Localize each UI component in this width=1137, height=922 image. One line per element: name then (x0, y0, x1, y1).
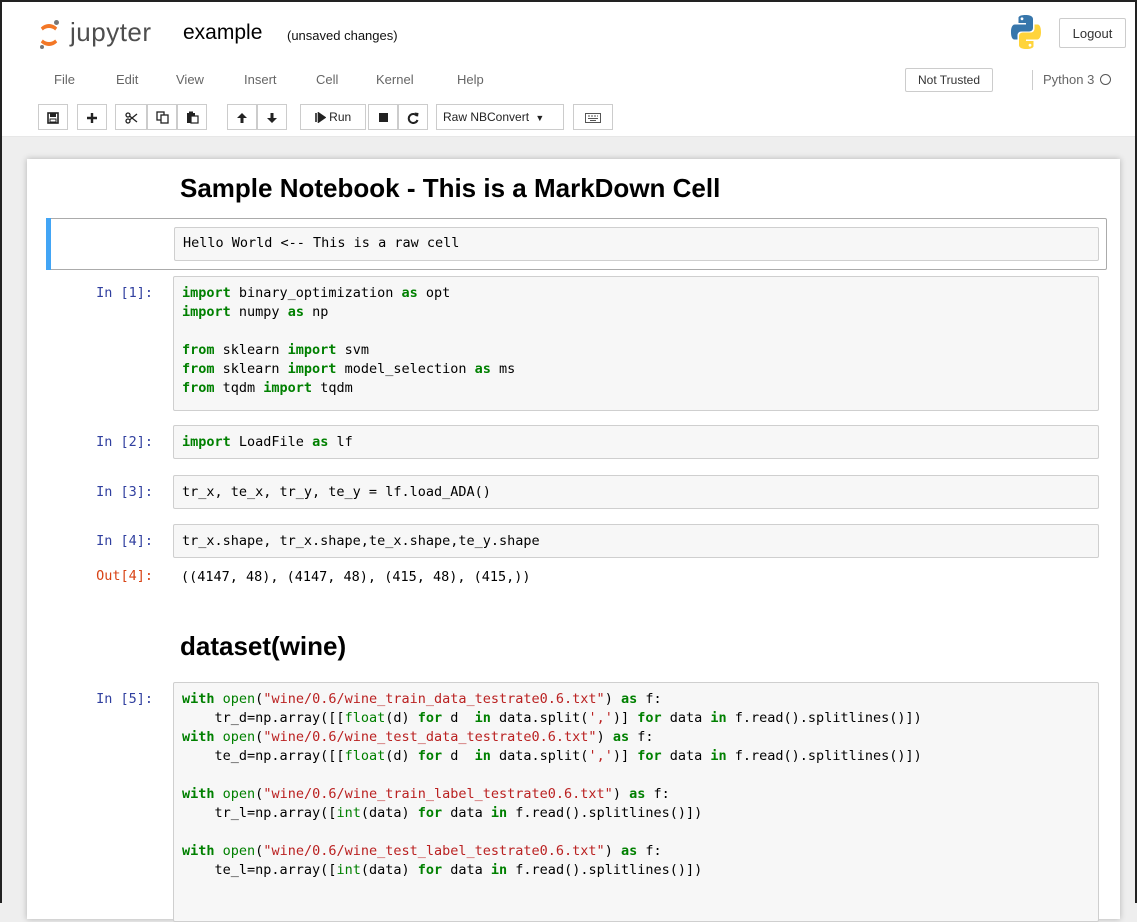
menu-help[interactable]: Help (457, 72, 484, 87)
keyboard-icon (585, 112, 601, 123)
code-cell-1[interactable]: import binary_optimization as opt import… (173, 276, 1099, 411)
cell-4-output: ((4147, 48), (4147, 48), (415, 48), (415… (181, 569, 531, 585)
markdown-heading-2: dataset(wine) (180, 631, 347, 661)
cell-prompt: In [3]: (96, 484, 153, 500)
not-trusted-button[interactable]: Not Trusted (905, 68, 993, 92)
code-cell-2-source: import LoadFile as lf (182, 434, 353, 450)
markdown-heading: Sample Notebook - This is a MarkDown Cel… (180, 173, 721, 203)
toolbar: Run (2, 98, 1135, 137)
jupyter-ring-icon (38, 24, 60, 46)
run-button[interactable]: Run (300, 104, 366, 130)
paste-icon (186, 111, 199, 124)
cell-prompt: In [1]: (96, 285, 153, 301)
menu-cell[interactable]: Cell (316, 72, 338, 87)
move-down-button[interactable] (257, 104, 287, 130)
run-label: Run (329, 110, 352, 124)
raw-cell-text: Hello World <-- This is a raw cell (183, 235, 460, 251)
raw-cell-selected[interactable]: Hello World <-- This is a raw cell (46, 218, 1107, 270)
header: jupyter example (unsaved changes) Logout (2, 2, 1135, 64)
plus-icon (87, 112, 97, 123)
jupyter-logo[interactable]: jupyter (38, 17, 188, 50)
code-cell-3[interactable]: tr_x, te_x, tr_y, te_y = lf.load_ADA() (173, 475, 1099, 509)
stop-icon (378, 113, 388, 123)
save-status: (unsaved changes) (287, 28, 398, 43)
kernel-idle-icon (1100, 74, 1112, 85)
arrow-down-icon (267, 112, 277, 123)
copy-button[interactable] (147, 104, 177, 130)
logout-button[interactable]: Logout (1059, 18, 1126, 48)
restart-button[interactable] (398, 104, 428, 130)
kernel-indicator[interactable]: Python 3 (1032, 70, 1112, 90)
menu-file[interactable]: File (54, 72, 75, 87)
code-cell-4-source: tr_x.shape, tr_x.shape,te_x.shape,te_y.s… (182, 533, 540, 549)
cell-prompt: In [4]: (96, 533, 153, 549)
run-icon (315, 111, 327, 124)
kernel-name: Python 3 (1043, 72, 1095, 87)
code-cell-2[interactable]: import LoadFile as lf (173, 425, 1099, 459)
jupyter-dot-icon (40, 45, 44, 49)
raw-cell-input[interactable]: Hello World <-- This is a raw cell (174, 227, 1099, 261)
interrupt-button[interactable] (368, 104, 398, 130)
python-logo-icon (1011, 15, 1041, 49)
paste-button[interactable] (177, 104, 207, 130)
cell-type-select[interactable]: Raw NBConvert ▼ (436, 104, 564, 130)
jupyter-dot-icon (54, 20, 59, 25)
cell-prompt: In [5]: (96, 691, 153, 707)
move-up-button[interactable] (227, 104, 257, 130)
code-cell-4[interactable]: tr_x.shape, tr_x.shape,te_x.shape,te_y.s… (173, 524, 1099, 558)
cut-icon (124, 112, 137, 124)
save-button[interactable] (38, 104, 68, 130)
jupyter-wordmark: jupyter (70, 17, 152, 47)
selected-cell-indicator (46, 218, 51, 270)
save-icon (47, 112, 59, 124)
insert-cell-button[interactable] (77, 104, 107, 130)
cell-prompt: In [2]: (96, 434, 153, 450)
code-cell-5[interactable]: with open("wine/0.6/wine_train_data_test… (173, 682, 1099, 922)
arrow-up-icon (237, 112, 247, 123)
cut-button[interactable] (115, 104, 147, 130)
command-palette-button[interactable] (573, 104, 613, 130)
notebook-name[interactable]: example (183, 21, 262, 45)
menu-insert[interactable]: Insert (244, 72, 277, 87)
code-cell-5-source: with open("wine/0.6/wine_train_data_test… (182, 691, 922, 878)
cell-type-value: Raw NBConvert (443, 110, 530, 124)
output-prompt: Out[4]: (96, 568, 153, 584)
copy-icon (155, 111, 169, 124)
notebook-container: Sample Notebook - This is a MarkDown Cel… (27, 159, 1120, 922)
code-cell-3-source: tr_x, te_x, tr_y, te_y = lf.load_ADA() (182, 484, 491, 500)
code-cell-1-source: import binary_optimization as opt import… (182, 285, 516, 396)
chevron-down-icon: ▼ (535, 113, 545, 123)
menu-kernel[interactable]: Kernel (376, 72, 414, 87)
menu-edit[interactable]: Edit (116, 72, 138, 87)
menu-view[interactable]: View (176, 72, 204, 87)
restart-icon (407, 112, 419, 124)
